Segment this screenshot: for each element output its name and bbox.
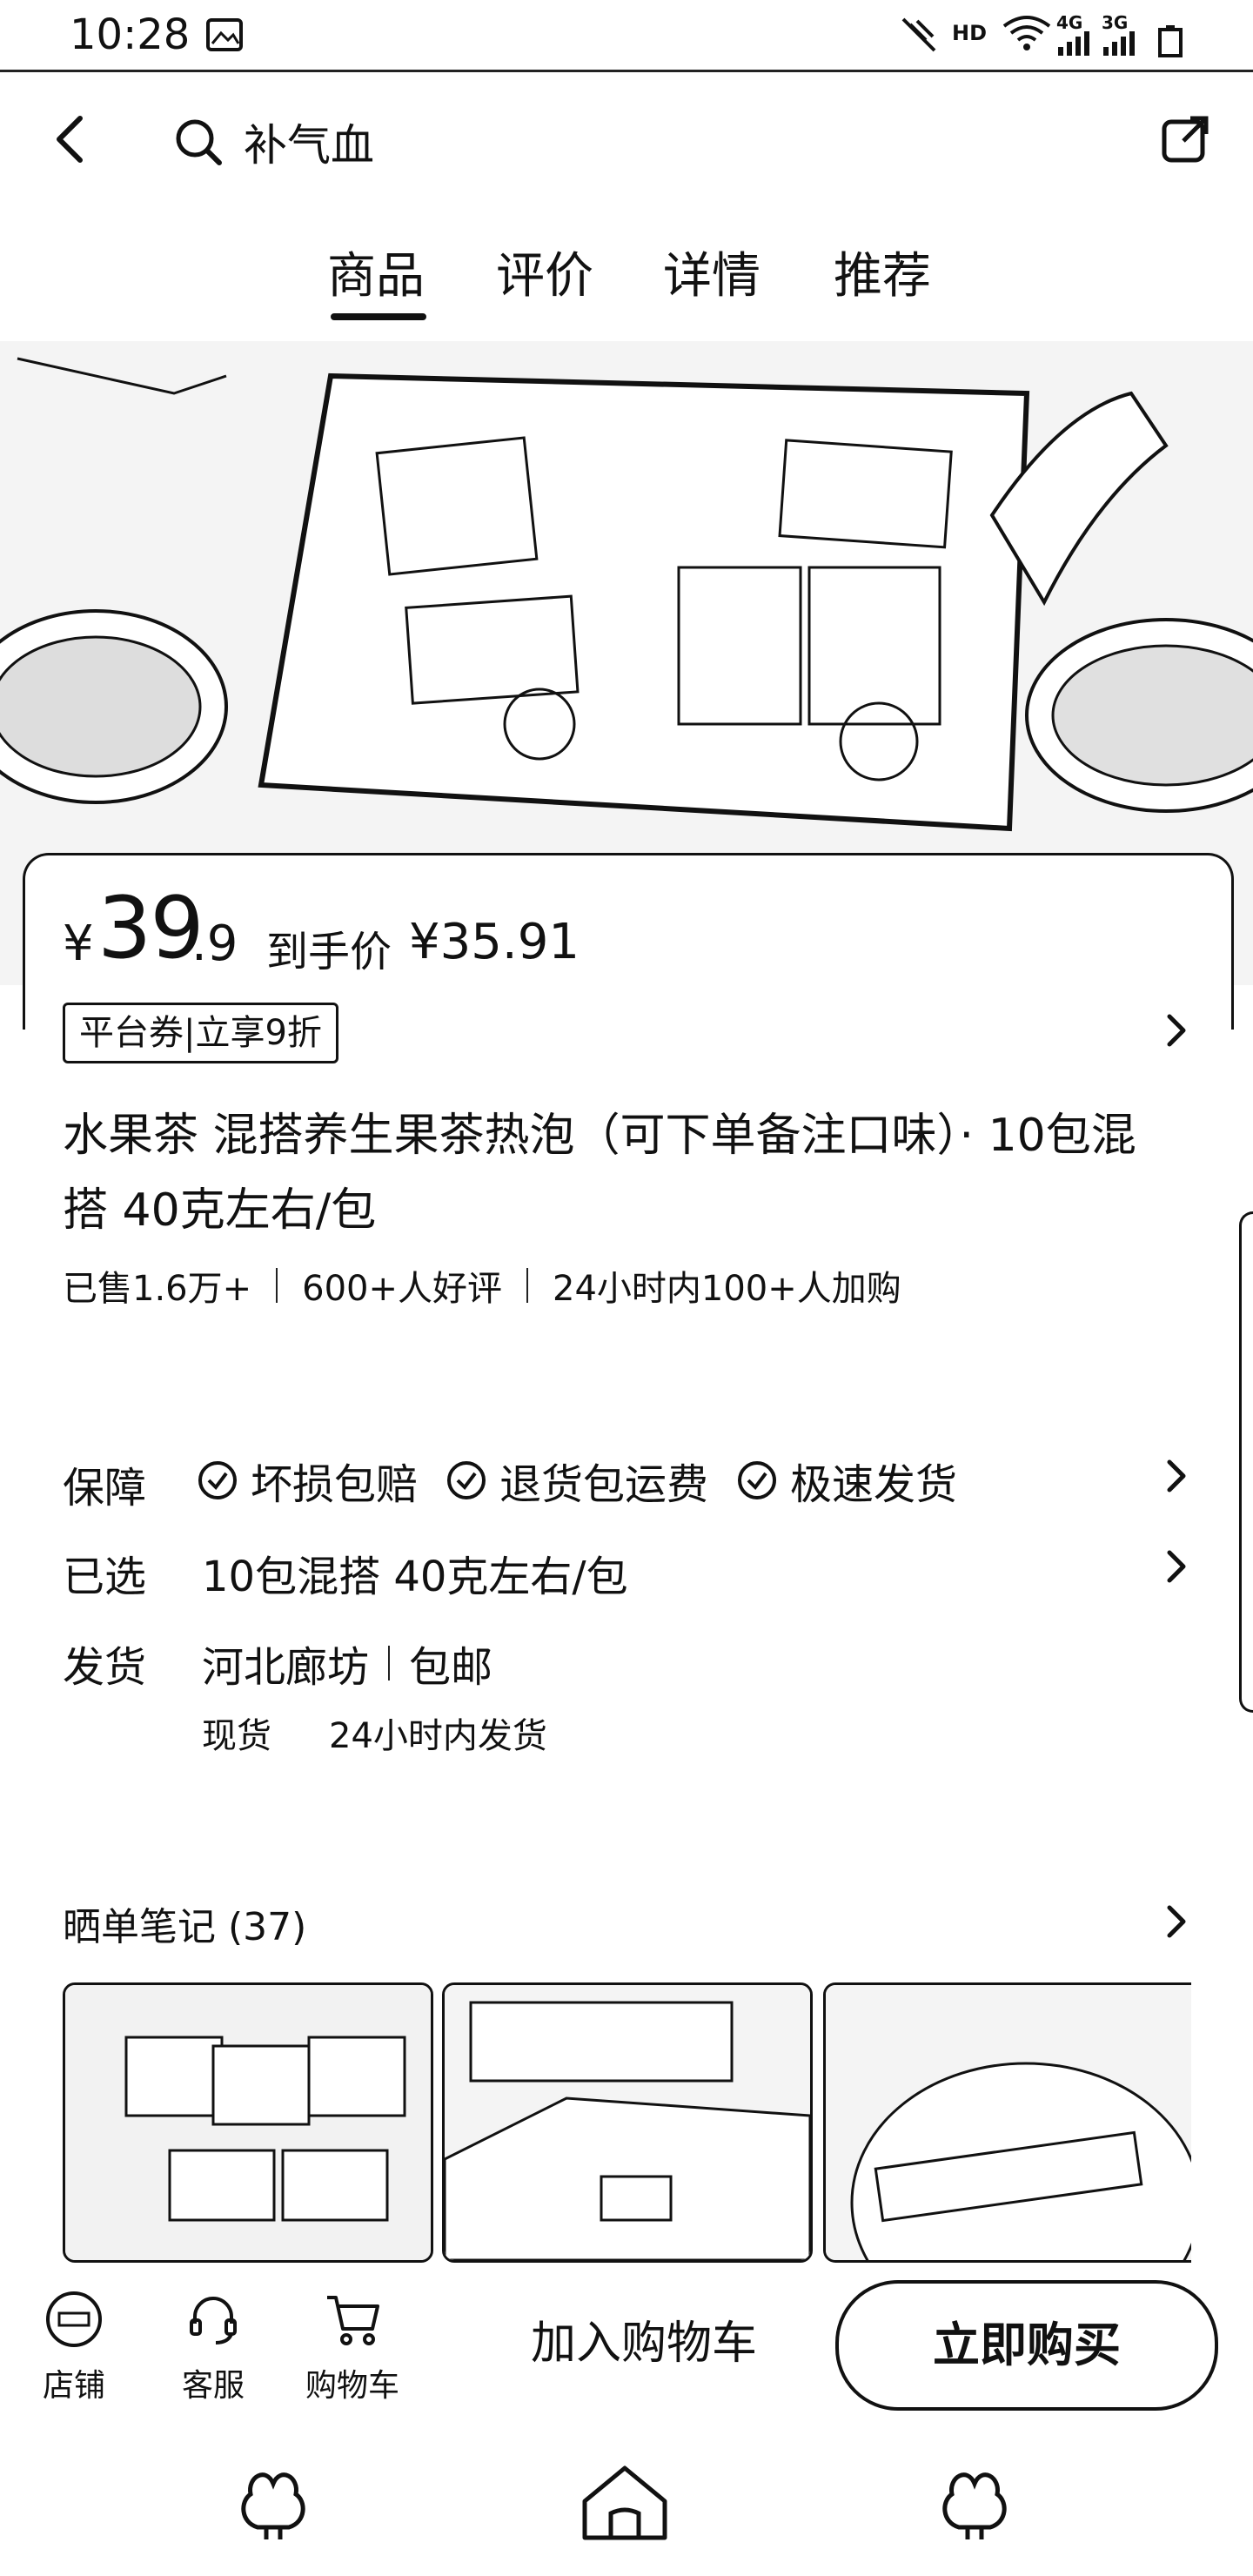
store-label: 店铺 bbox=[42, 2368, 105, 2404]
selected-variant[interactable]: 10包混搭 40克左右/包 bbox=[202, 1542, 628, 1603]
guarantee-chevron-icon[interactable] bbox=[1159, 1459, 1194, 1493]
signal-4g-label: 4G bbox=[1056, 12, 1083, 33]
price-decimal: .9 bbox=[191, 916, 238, 972]
deal-price-label: 到手价 bbox=[266, 928, 392, 976]
store-button[interactable]: 店铺 bbox=[26, 2289, 122, 2428]
add-to-cart-button[interactable]: 加入购物车 bbox=[487, 2306, 801, 2371]
service-button[interactable]: 客服 bbox=[165, 2289, 261, 2428]
notes-chevron-icon[interactable] bbox=[1159, 1904, 1194, 1939]
note-thumbnail[interactable] bbox=[823, 1982, 1191, 2263]
vibrate-mute-icon bbox=[900, 16, 938, 54]
sold-count: 已售1.6万+ bbox=[63, 1269, 252, 1309]
shipping-origin: 河北廊坊 bbox=[202, 1643, 370, 1692]
stats-divider bbox=[276, 1268, 278, 1303]
shipping-label: 发货 bbox=[63, 1643, 147, 1692]
search-query: 补气血 bbox=[244, 120, 374, 171]
note-thumbnail[interactable] bbox=[442, 1982, 813, 2263]
guarantee-item: 极速发货 bbox=[736, 1450, 957, 1511]
share-button[interactable] bbox=[1159, 113, 1211, 165]
status-divider bbox=[0, 70, 1253, 72]
wifi-icon bbox=[1001, 14, 1053, 52]
signal-3g-label: 3G bbox=[1102, 12, 1129, 33]
selected-chevron-icon[interactable] bbox=[1159, 1549, 1194, 1584]
nav-tree-icon[interactable] bbox=[231, 2459, 315, 2543]
nav-home-icon[interactable] bbox=[580, 2463, 670, 2541]
signal-3g-icon bbox=[1102, 31, 1140, 56]
guarantee-item: 坏损包赔 bbox=[197, 1450, 418, 1511]
guarantee-label: 保障 bbox=[63, 1464, 147, 1513]
tab-reviews[interactable]: 评价 bbox=[496, 237, 593, 307]
shipping-fee: 包邮 bbox=[409, 1643, 493, 1692]
dispatch-time: 24小时内发货 bbox=[329, 1716, 547, 1756]
check-circle-icon bbox=[736, 1459, 778, 1501]
shipping-divider bbox=[388, 1646, 391, 1680]
deal-price: ¥35.91 bbox=[409, 914, 580, 970]
tab-details[interactable]: 详情 bbox=[663, 237, 761, 307]
guarantee-item: 退货包运费 bbox=[446, 1450, 708, 1511]
price-currency: ¥ bbox=[63, 916, 94, 972]
service-label: 客服 bbox=[181, 2368, 245, 2404]
side-panel-handle[interactable] bbox=[1239, 1211, 1253, 1713]
hd-indicator: HD bbox=[952, 21, 988, 45]
buy-now-button[interactable]: 立即购买 bbox=[835, 2280, 1218, 2411]
cart-nav-button[interactable]: 购物车 bbox=[305, 2289, 400, 2428]
product-title: 水果茶 混搭养生果茶热泡（可下单备注口味）· 10包混搭 40克左右/包 bbox=[63, 1110, 1136, 1237]
good-review-count: 600+人好评 bbox=[302, 1269, 503, 1309]
search-bar[interactable]: 补气血 bbox=[172, 111, 694, 172]
search-icon bbox=[172, 116, 224, 168]
stock-status: 现货 bbox=[202, 1716, 271, 1756]
check-circle-icon bbox=[197, 1459, 238, 1501]
cart-label: 购物车 bbox=[305, 2368, 399, 2404]
shipping-info: 河北廊坊 包邮 bbox=[202, 1633, 492, 1694]
check-circle-icon bbox=[446, 1459, 487, 1501]
tab-product[interactable]: 商品 bbox=[327, 237, 425, 307]
coupon-badge[interactable]: 平台券|立享9折 bbox=[63, 1003, 338, 1063]
guarantee-row[interactable]: 坏损包赔 退货包运费 极速发货 bbox=[197, 1450, 957, 1511]
nav-tree-icon[interactable] bbox=[933, 2459, 1016, 2543]
battery-icon bbox=[1157, 24, 1183, 57]
notes-section-title[interactable]: 晒单笔记 (37) bbox=[63, 1895, 306, 1951]
selected-label: 已选 bbox=[63, 1553, 147, 1601]
stats-divider bbox=[526, 1268, 529, 1303]
back-button[interactable] bbox=[47, 111, 96, 167]
price-integer: 39 bbox=[97, 879, 204, 978]
coupon-chevron-icon[interactable] bbox=[1159, 1013, 1194, 1048]
sales-stats: 已售1.6万+ 600+人好评 24小时内100+人加购 bbox=[63, 1260, 901, 1311]
signal-4g-icon bbox=[1056, 31, 1095, 56]
gallery-notification-icon bbox=[205, 17, 244, 52]
status-time: 10:28 bbox=[70, 10, 191, 59]
headset-icon bbox=[183, 2289, 244, 2350]
note-thumbnail[interactable] bbox=[63, 1982, 433, 2263]
tab-active-indicator bbox=[331, 313, 426, 320]
tab-recommend[interactable]: 推荐 bbox=[834, 237, 931, 307]
add-to-cart-count: 24小时内100+人加购 bbox=[553, 1269, 901, 1309]
store-icon bbox=[44, 2289, 104, 2350]
cart-icon bbox=[322, 2289, 383, 2350]
